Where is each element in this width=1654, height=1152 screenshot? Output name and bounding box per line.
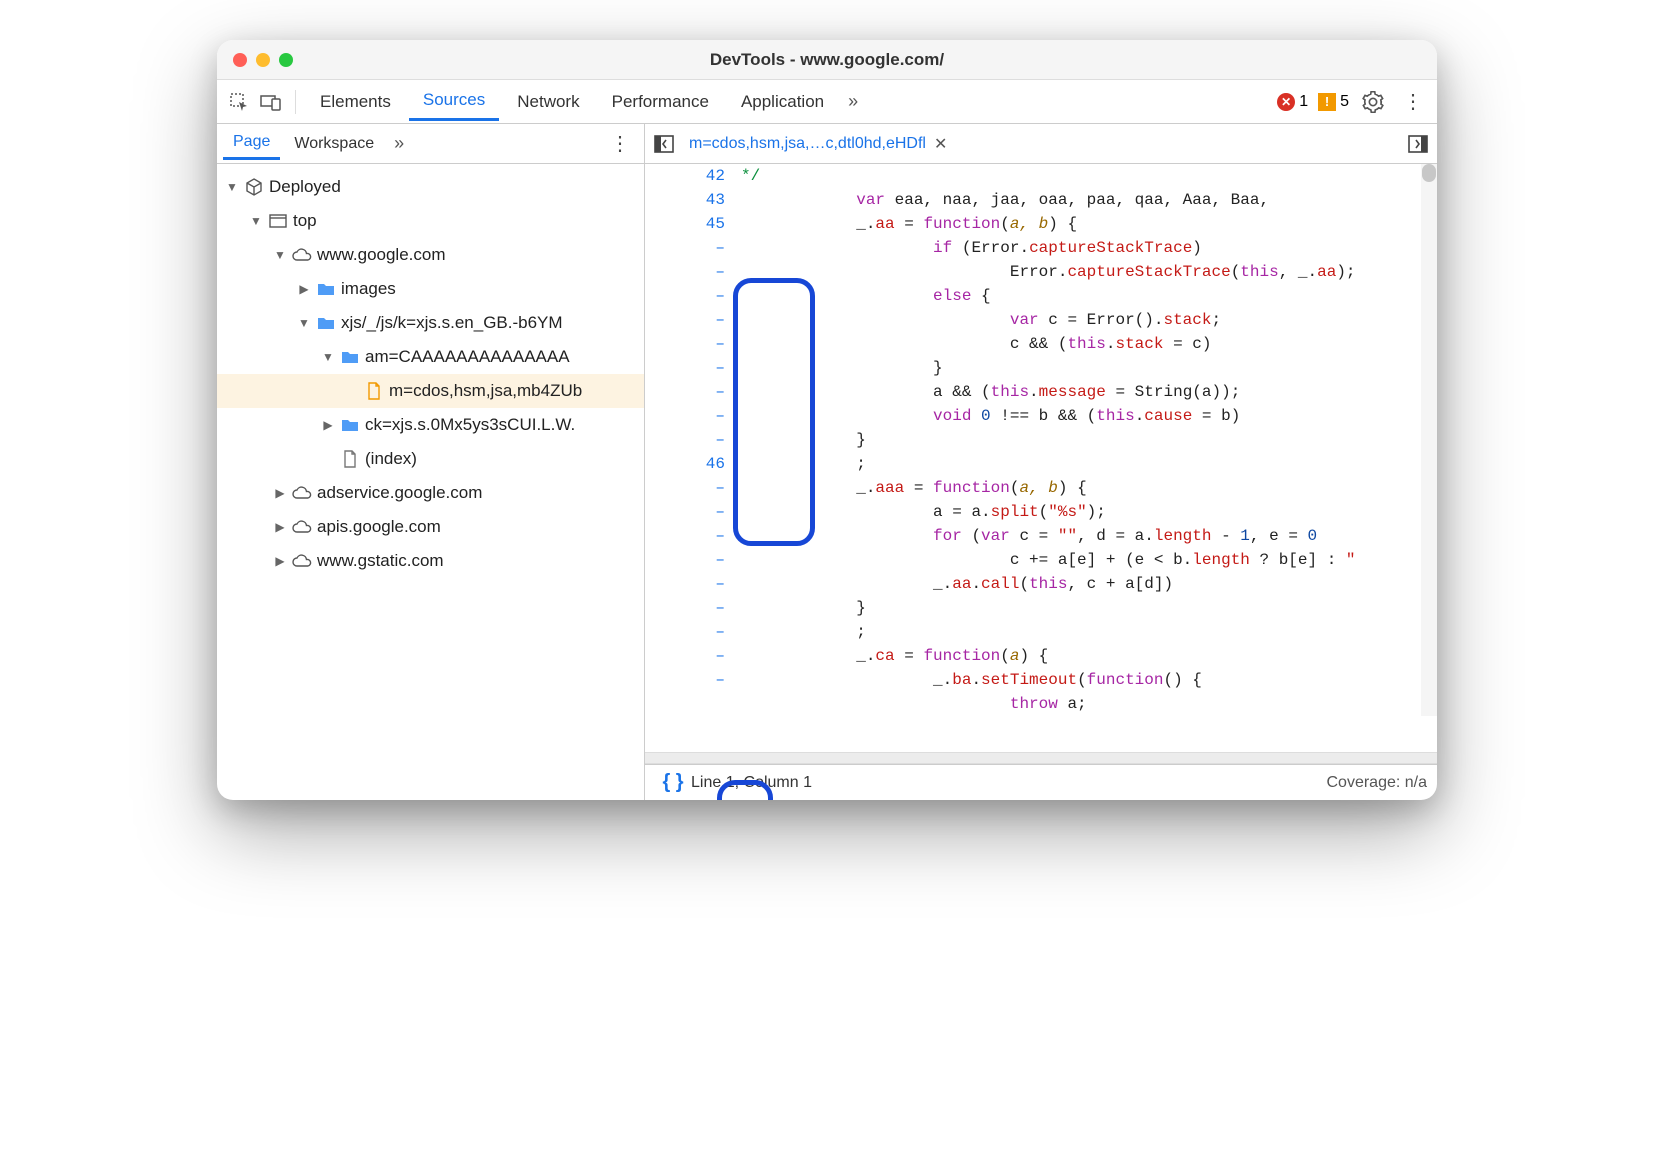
file-icon bbox=[363, 382, 385, 400]
maximize-window-button[interactable] bbox=[279, 53, 293, 67]
open-file-tab[interactable]: m=cdos,hsm,jsa,…c,dtl0hd,eHDfl ✕ bbox=[683, 134, 953, 154]
cloud-icon bbox=[291, 520, 313, 534]
cloud-icon bbox=[291, 554, 313, 568]
more-tabs-icon[interactable]: » bbox=[842, 91, 864, 112]
scrollbar-track[interactable] bbox=[1421, 164, 1437, 716]
expand-icon: ▶ bbox=[273, 486, 287, 500]
editor-status-bar: { } Line 1, Column 1 Coverage: n/a bbox=[645, 764, 1437, 800]
file-icon bbox=[339, 450, 361, 468]
tree-label: top bbox=[293, 211, 317, 231]
tree-label: ck=xjs.s.0Mx5ys3sCUI.L.W. bbox=[365, 415, 575, 435]
warnings-badge[interactable]: ! 5 bbox=[1318, 93, 1349, 111]
line-gutter[interactable]: 424345–––––––––46––––––––– bbox=[645, 164, 735, 752]
code-editor[interactable]: 424345–––––––––46––––––––– */ var eaa, n… bbox=[645, 164, 1437, 752]
expand-icon: ▶ bbox=[273, 554, 287, 568]
code-content[interactable]: */ var eaa, naa, jaa, oaa, paa, qaa, Aaa… bbox=[735, 164, 1437, 752]
error-count: 1 bbox=[1299, 93, 1308, 111]
toolbar-separator bbox=[295, 90, 296, 114]
show-debugger-icon[interactable] bbox=[1405, 131, 1431, 157]
expand-icon: ▼ bbox=[249, 214, 263, 228]
frame-icon bbox=[267, 214, 289, 228]
tab-performance[interactable]: Performance bbox=[598, 84, 723, 120]
tree-label: m=cdos,hsm,jsa,mb4ZUb bbox=[389, 381, 582, 401]
tree-label: www.google.com bbox=[317, 245, 446, 265]
close-tab-icon[interactable]: ✕ bbox=[934, 134, 947, 154]
tree-node-adservice[interactable]: ▶ adservice.google.com bbox=[217, 476, 644, 510]
titlebar: DevTools - www.google.com/ bbox=[217, 40, 1437, 80]
error-icon: ✕ bbox=[1277, 93, 1295, 111]
warning-count: 5 bbox=[1340, 93, 1349, 111]
navigator-panel: Page Workspace » ⋮ ▼ Deployed ▼ top ▼ bbox=[217, 124, 645, 800]
cursor-position: Line 1, Column 1 bbox=[691, 774, 812, 792]
minimize-window-button[interactable] bbox=[256, 53, 270, 67]
tab-application[interactable]: Application bbox=[727, 84, 838, 120]
expand-icon: ▶ bbox=[297, 282, 311, 296]
coverage-status: Coverage: n/a bbox=[1326, 774, 1427, 792]
window-controls bbox=[217, 53, 293, 67]
tree-node-am[interactable]: ▼ am=CAAAAAAAAAAAAAA bbox=[217, 340, 644, 374]
tree-label: images bbox=[341, 279, 396, 299]
cloud-icon bbox=[291, 486, 313, 500]
resize-handle[interactable] bbox=[645, 752, 1437, 764]
content-area: Page Workspace » ⋮ ▼ Deployed ▼ top ▼ bbox=[217, 124, 1437, 800]
file-tabstrip: m=cdos,hsm,jsa,…c,dtl0hd,eHDfl ✕ bbox=[645, 124, 1437, 164]
expand-icon: ▶ bbox=[321, 418, 335, 432]
deploy-icon bbox=[243, 178, 265, 196]
scrollbar-thumb[interactable] bbox=[1422, 164, 1436, 182]
tree-node-google[interactable]: ▼ www.google.com bbox=[217, 238, 644, 272]
file-tab-label: m=cdos,hsm,jsa,…c,dtl0hd,eHDfl bbox=[689, 135, 926, 153]
tree-label: am=CAAAAAAAAAAAAAA bbox=[365, 347, 570, 367]
editor-panel: m=cdos,hsm,jsa,…c,dtl0hd,eHDfl ✕ 424345–… bbox=[645, 124, 1437, 800]
tree-label: xjs/_/js/k=xjs.s.en_GB.-b6YM bbox=[341, 313, 563, 333]
tree-label: apis.google.com bbox=[317, 517, 441, 537]
errors-badge[interactable]: ✕ 1 bbox=[1277, 93, 1308, 111]
settings-icon[interactable] bbox=[1359, 88, 1387, 116]
expand-icon: ▶ bbox=[273, 520, 287, 534]
file-tree: ▼ Deployed ▼ top ▼ www.google.com ▶ bbox=[217, 164, 644, 800]
expand-icon: ▼ bbox=[321, 350, 335, 364]
tree-node-ck[interactable]: ▶ ck=xjs.s.0Mx5ys3sCUI.L.W. bbox=[217, 408, 644, 442]
show-navigator-icon[interactable] bbox=[651, 131, 677, 157]
tree-node-images[interactable]: ▶ images bbox=[217, 272, 644, 306]
tree-label: (index) bbox=[365, 449, 417, 469]
nav-more-tabs-icon[interactable]: » bbox=[388, 133, 410, 154]
expand-icon: ▼ bbox=[297, 316, 311, 330]
tree-node-apis[interactable]: ▶ apis.google.com bbox=[217, 510, 644, 544]
close-window-button[interactable] bbox=[233, 53, 247, 67]
folder-icon bbox=[315, 282, 337, 296]
tree-label: adservice.google.com bbox=[317, 483, 482, 503]
folder-icon bbox=[339, 418, 361, 432]
expand-icon: ▼ bbox=[273, 248, 287, 262]
devtools-window: DevTools - www.google.com/ Elements Sour… bbox=[217, 40, 1437, 800]
tab-network[interactable]: Network bbox=[503, 84, 593, 120]
tree-label: www.gstatic.com bbox=[317, 551, 444, 571]
tree-node-gstatic[interactable]: ▶ www.gstatic.com bbox=[217, 544, 644, 578]
nav-tab-page[interactable]: Page bbox=[223, 127, 280, 160]
main-toolbar: Elements Sources Network Performance App… bbox=[217, 80, 1437, 124]
pretty-print-button[interactable]: { } bbox=[655, 771, 691, 794]
inspect-element-icon[interactable] bbox=[225, 88, 253, 116]
nav-tab-workspace[interactable]: Workspace bbox=[284, 129, 384, 159]
cloud-icon bbox=[291, 248, 313, 262]
tree-node-selected-file[interactable]: m=cdos,hsm,jsa,mb4ZUb bbox=[217, 374, 644, 408]
tab-elements[interactable]: Elements bbox=[306, 84, 405, 120]
warning-icon: ! bbox=[1318, 93, 1336, 111]
tree-node-top[interactable]: ▼ top bbox=[217, 204, 644, 238]
tree-node-deployed[interactable]: ▼ Deployed bbox=[217, 170, 644, 204]
tree-node-xjs[interactable]: ▼ xjs/_/js/k=xjs.s.en_GB.-b6YM bbox=[217, 306, 644, 340]
expand-icon: ▼ bbox=[225, 180, 239, 194]
tab-sources[interactable]: Sources bbox=[409, 82, 499, 121]
tree-node-index[interactable]: (index) bbox=[217, 442, 644, 476]
device-toolbar-icon[interactable] bbox=[257, 88, 285, 116]
tree-label: Deployed bbox=[269, 177, 341, 197]
folder-icon bbox=[339, 350, 361, 364]
folder-icon bbox=[315, 316, 337, 330]
more-options-icon[interactable]: ⋮ bbox=[1397, 89, 1429, 114]
nav-options-icon[interactable]: ⋮ bbox=[602, 131, 638, 156]
navigator-tabs: Page Workspace » ⋮ bbox=[217, 124, 644, 164]
window-title: DevTools - www.google.com/ bbox=[217, 50, 1437, 70]
